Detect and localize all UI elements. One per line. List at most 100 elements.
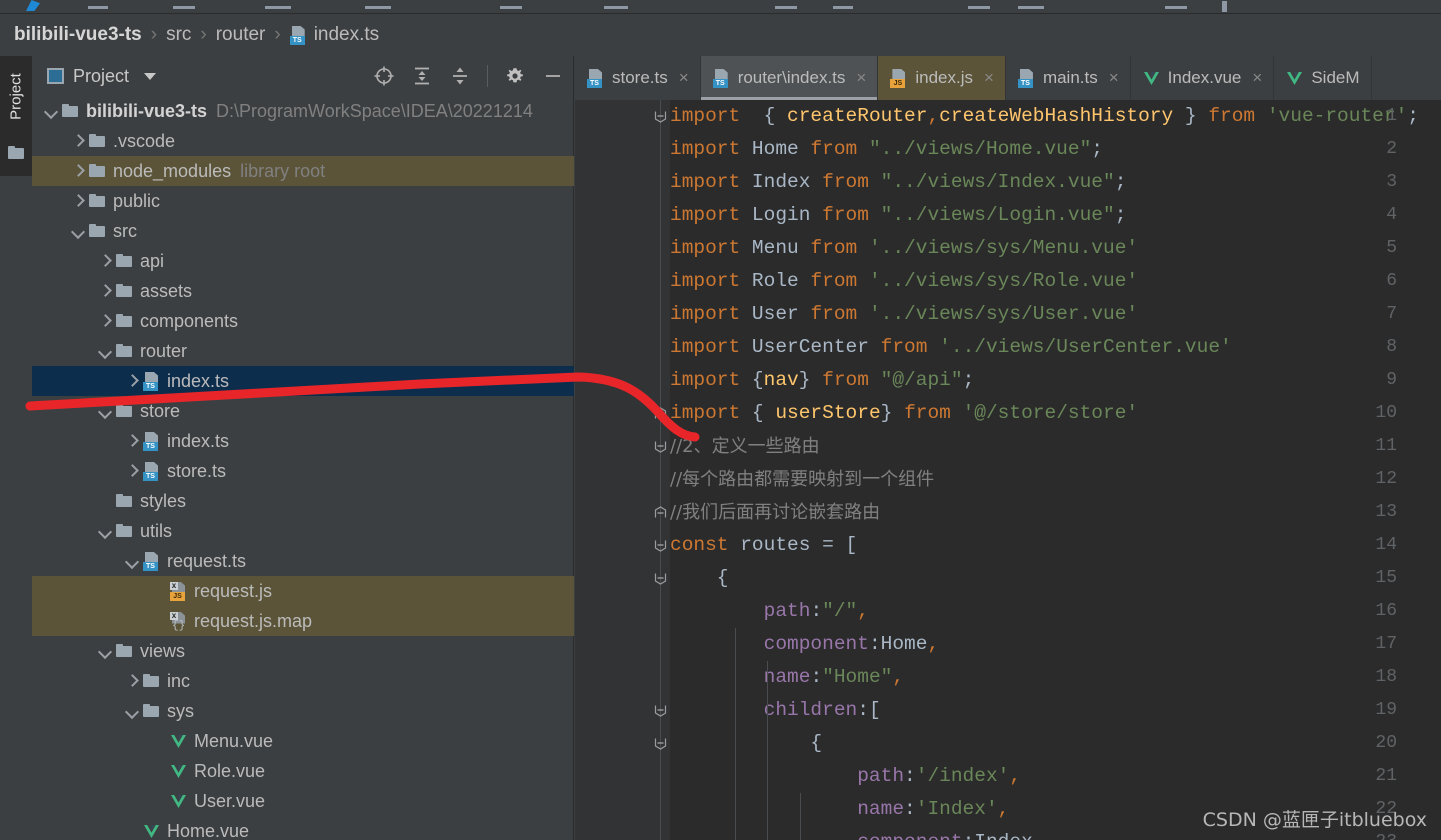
settings-gear-icon[interactable]: [504, 65, 526, 87]
tree-row[interactable]: User.vue: [32, 786, 574, 816]
tree-indent-spacer: [152, 764, 166, 778]
close-icon[interactable]: ×: [1252, 68, 1262, 88]
editor-tab-bar[interactable]: TSstore.ts×TSrouter\index.ts×JSindex.js×…: [575, 56, 1441, 100]
tree-row[interactable]: Role.vue: [32, 756, 574, 786]
chevron-right-icon[interactable]: [98, 314, 112, 328]
menu-item-help[interactable]: [1222, 1, 1227, 12]
tree-row[interactable]: .vscode: [32, 126, 574, 156]
tree-row[interactable]: api: [32, 246, 574, 276]
fold-end-icon[interactable]: [654, 407, 667, 420]
close-icon[interactable]: ×: [1109, 68, 1119, 88]
tree-row[interactable]: store: [32, 396, 574, 426]
menu-item-edit[interactable]: [173, 6, 195, 9]
chevron-down-icon[interactable]: [98, 524, 112, 538]
chevron-right-icon[interactable]: [71, 134, 85, 148]
project-title-dropdown[interactable]: Project: [47, 66, 156, 87]
ts-file-icon: TS: [290, 26, 307, 45]
editor-gutter[interactable]: [575, 100, 670, 840]
menu-item-code[interactable]: [500, 6, 522, 9]
chevron-down-icon[interactable]: [71, 224, 85, 238]
chevron-right-icon[interactable]: [125, 374, 139, 388]
menu-item-window[interactable]: [1165, 6, 1187, 9]
tree-row-label: store.ts: [167, 461, 226, 482]
editor-tab[interactable]: SideM: [1274, 56, 1371, 100]
menu-item-build[interactable]: [775, 6, 797, 9]
chevron-down-icon[interactable]: [125, 704, 139, 718]
menu-item-run[interactable]: [833, 6, 853, 9]
menu-item-view[interactable]: [265, 6, 291, 9]
menu-item-refactor[interactable]: [604, 6, 628, 9]
tree-row[interactable]: sys: [32, 696, 574, 726]
editor-tab[interactable]: JSindex.js×: [878, 56, 1006, 100]
close-icon[interactable]: ×: [679, 68, 689, 88]
code-token: import: [670, 105, 740, 127]
fold-collapse-icon[interactable]: [654, 572, 667, 585]
chevron-right-icon[interactable]: [125, 434, 139, 448]
chevron-down-icon[interactable]: [125, 554, 139, 568]
fold-collapse-icon[interactable]: [654, 737, 667, 750]
breadcrumb-item-router[interactable]: router: [216, 24, 266, 46]
chevron-right-icon[interactable]: [125, 464, 139, 478]
tree-row[interactable]: TSstore.ts: [32, 456, 574, 486]
close-icon[interactable]: ×: [984, 68, 994, 88]
tree-row[interactable]: assets: [32, 276, 574, 306]
tree-row[interactable]: xJSrequest.js: [32, 576, 574, 606]
tree-row[interactable]: views: [32, 636, 574, 666]
tree-row[interactable]: TSindex.ts: [32, 366, 574, 396]
tree-row[interactable]: public: [32, 186, 574, 216]
menu-bar[interactable]: [0, 0, 1441, 13]
menu-item-navigate[interactable]: [365, 6, 391, 9]
fold-collapse-icon[interactable]: [654, 110, 667, 123]
code-editor[interactable]: import { createRouter,createWebHashHisto…: [575, 100, 1441, 840]
tree-row[interactable]: node_moduleslibrary root: [32, 156, 574, 186]
tree-row[interactable]: TSrequest.ts: [32, 546, 574, 576]
chevron-right-icon[interactable]: [98, 254, 112, 268]
fold-end-icon[interactable]: [654, 506, 667, 519]
tree-row[interactable]: router: [32, 336, 574, 366]
select-opened-file-icon[interactable]: [373, 65, 395, 87]
tree-row[interactable]: Menu.vue: [32, 726, 574, 756]
tree-row[interactable]: x{}request.js.map: [32, 606, 574, 636]
project-file-tree[interactable]: bilibili-vue3-tsD:\ProgramWorkSpace\IDEA…: [32, 96, 574, 840]
menu-item-file[interactable]: [88, 6, 108, 9]
chevron-right-icon[interactable]: [98, 284, 112, 298]
editor-tab[interactable]: Index.vue×: [1131, 56, 1275, 100]
tree-row[interactable]: utils: [32, 516, 574, 546]
editor-tab[interactable]: TSstore.ts×: [575, 56, 701, 100]
tree-row[interactable]: components: [32, 306, 574, 336]
close-icon[interactable]: ×: [856, 68, 866, 88]
menu-item-tools[interactable]: [968, 6, 990, 9]
fold-collapse-icon[interactable]: [654, 440, 667, 453]
chevron-down-icon[interactable]: [98, 404, 112, 418]
tree-row[interactable]: styles: [32, 486, 574, 516]
code-line: import {nav} from "@/api";: [670, 364, 974, 397]
code-token: ;: [1115, 171, 1127, 193]
folder-icon: [116, 524, 133, 538]
chevron-right-icon[interactable]: [125, 674, 139, 688]
collapse-all-icon[interactable]: [449, 65, 471, 87]
project-window-icon: [47, 68, 64, 84]
expand-all-icon[interactable]: [411, 65, 433, 87]
code-line: component:Index: [670, 826, 1033, 840]
chevron-down-icon[interactable]: [44, 104, 58, 118]
chevron-down-icon[interactable]: [98, 644, 112, 658]
chevron-down-icon[interactable]: [144, 73, 156, 80]
tree-row[interactable]: inc: [32, 666, 574, 696]
breadcrumb-item-src[interactable]: src: [166, 24, 191, 46]
breadcrumb-item-project[interactable]: bilibili-vue3-ts: [14, 24, 142, 46]
editor-tab[interactable]: TSrouter\index.ts×: [701, 56, 879, 100]
tree-row[interactable]: TSindex.ts: [32, 426, 574, 456]
chevron-right-icon[interactable]: [71, 194, 85, 208]
breadcrumb-item-file[interactable]: TS index.ts: [290, 24, 379, 46]
hide-panel-icon[interactable]: [542, 65, 564, 87]
fold-collapse-icon[interactable]: [654, 704, 667, 717]
menu-item-vcs[interactable]: [1018, 6, 1044, 9]
tool-window-button-project[interactable]: Project: [0, 56, 32, 176]
tree-row[interactable]: Home.vue: [32, 816, 574, 840]
editor-tab[interactable]: TSmain.ts×: [1006, 56, 1131, 100]
chevron-down-icon[interactable]: [98, 344, 112, 358]
tree-row[interactable]: src: [32, 216, 574, 246]
fold-collapse-icon[interactable]: [654, 539, 667, 552]
tree-row[interactable]: bilibili-vue3-tsD:\ProgramWorkSpace\IDEA…: [32, 96, 574, 126]
chevron-right-icon[interactable]: [71, 164, 85, 178]
